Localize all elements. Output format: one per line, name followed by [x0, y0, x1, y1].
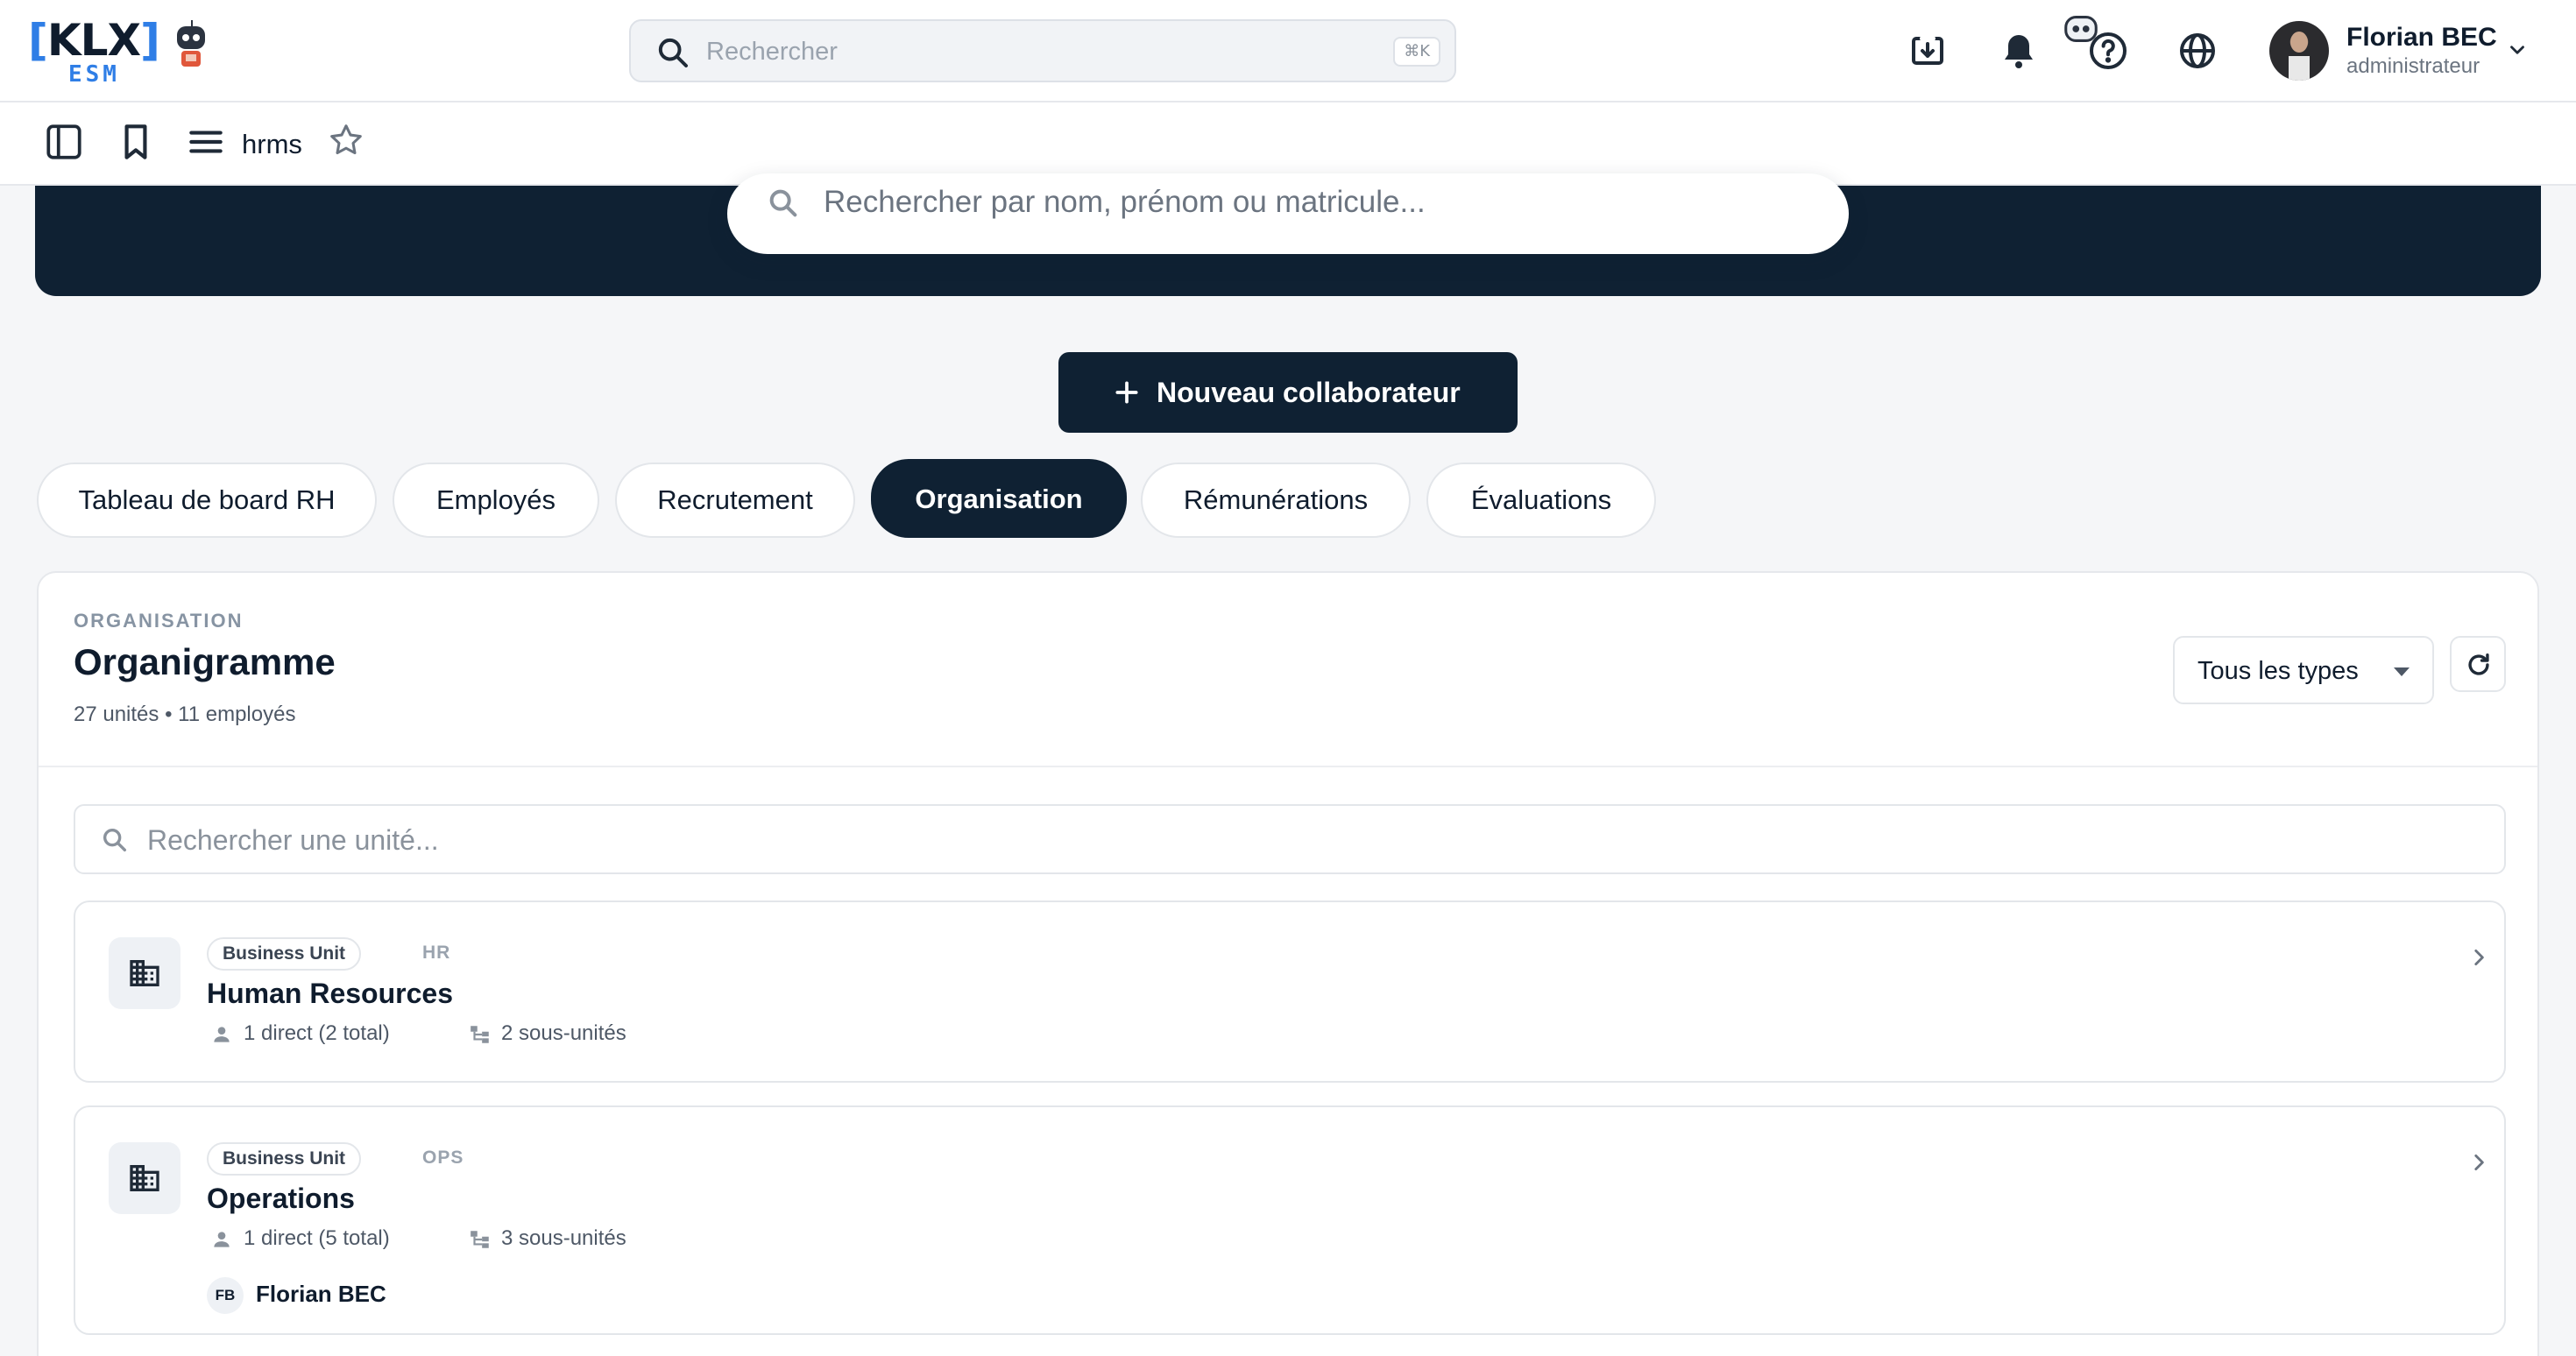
module-label: hrms: [242, 129, 302, 159]
page-title: Organigramme: [74, 641, 336, 682]
unit-card-operations[interactable]: Business Unit OPS Operations 1 direct (5…: [74, 1105, 2506, 1335]
unit-direct-count: 1 direct (2 total): [244, 1021, 390, 1045]
robot-mascot-icon: [177, 20, 205, 67]
manager-name: Florian BEC: [256, 1281, 386, 1307]
unit-type-badge: Business Unit: [207, 937, 362, 971]
section-eyebrow: ORGANISATION: [74, 610, 244, 632]
user-profile-menu[interactable]: Florian BEC administrateur: [2269, 19, 2550, 82]
building-icon: [130, 960, 159, 986]
manager-avatar: FB: [207, 1277, 244, 1314]
app-logo[interactable]: [KLX] ESM: [28, 16, 212, 88]
unit-icon-box: [109, 1142, 180, 1214]
logo-subtitle: ESM: [68, 61, 120, 88]
caret-down-icon: [2394, 667, 2410, 676]
unit-icon-box: [109, 937, 180, 1009]
refresh-icon: [2468, 653, 2489, 675]
employee-search-box: [727, 173, 1849, 254]
search-icon: [769, 189, 797, 217]
tab-employes[interactable]: Employés: [393, 463, 599, 538]
bell-icon: [2005, 35, 2033, 68]
toggle-sidebar-button[interactable]: [42, 120, 89, 167]
global-search-box: ⌘K: [629, 19, 1456, 82]
search-icon: [658, 38, 688, 67]
user-avatar: [2269, 21, 2329, 81]
org-chart-panel: ORGANISATION Organigramme 27 unités • 11…: [37, 571, 2539, 1356]
person-icon: [214, 1027, 230, 1042]
help-icon: [2090, 32, 2127, 69]
refresh-button[interactable]: [2450, 636, 2506, 692]
menu-icon: [189, 131, 223, 153]
sidebar-panel-icon: [46, 124, 81, 159]
unit-name: Operations: [207, 1183, 355, 1214]
unit-type-selected: Tous les types: [2197, 657, 2359, 685]
unit-card-human-resources[interactable]: Business Unit HR Human Resources 1 direc…: [74, 900, 2506, 1083]
module-menu-button[interactable]: [184, 120, 231, 167]
language-button[interactable]: [2173, 26, 2222, 75]
unit-code: HR: [422, 943, 451, 963]
unit-type-select[interactable]: Tous les types: [2173, 636, 2434, 704]
unit-subunit-count: 2 sous-unités: [501, 1021, 626, 1045]
help-assistant-button[interactable]: [2059, 7, 2138, 77]
tab-tableau-de-board-rh[interactable]: Tableau de board RH: [37, 463, 377, 538]
hierarchy-icon: [471, 1026, 489, 1043]
unit-search-input[interactable]: [147, 822, 1199, 858]
bookmark-icon: [124, 124, 147, 159]
favorite-button[interactable]: [326, 120, 373, 167]
employee-search-input[interactable]: [824, 182, 1805, 222]
unit-code: OPS: [422, 1148, 464, 1168]
unit-direct-count: 1 direct (5 total): [244, 1226, 390, 1250]
unit-subunit-count: 3 sous-unités: [501, 1226, 626, 1250]
unit-name: Human Resources: [207, 978, 453, 1009]
search-icon: [103, 828, 127, 852]
plus-icon: [1115, 381, 1138, 404]
new-collaborator-label: Nouveau collaborateur: [1157, 377, 1461, 408]
unit-type-badge: Business Unit: [207, 1142, 362, 1176]
logo-text: [KLX]: [28, 15, 160, 66]
star-icon: [330, 124, 362, 155]
global-search-input[interactable]: [706, 33, 1320, 70]
globe-icon: [2180, 33, 2215, 68]
bookmarks-button[interactable]: [114, 120, 161, 167]
download-button[interactable]: [1903, 26, 1952, 75]
tab-organisation[interactable]: Organisation: [871, 459, 1127, 538]
hierarchy-icon: [471, 1231, 489, 1248]
notifications-button[interactable]: [1994, 26, 2043, 75]
download-icon: [1912, 36, 1943, 65]
tab-evaluations[interactable]: Évaluations: [1426, 463, 1656, 538]
unit-search-box: [74, 804, 2506, 874]
top-bar: [KLX] ESM ⌘K: [0, 0, 2576, 102]
tab-remunerations[interactable]: Rémunérations: [1141, 463, 1411, 538]
tab-recrutement[interactable]: Recrutement: [615, 463, 855, 538]
chevron-down-icon: [2510, 46, 2524, 54]
user-role: administrateur: [2346, 54, 2480, 78]
panel-summary: 27 unités • 11 employés: [74, 703, 296, 726]
new-collaborator-button[interactable]: Nouveau collaborateur: [1058, 352, 1518, 433]
chevron-right-icon: [2474, 1155, 2484, 1170]
search-shortcut-hint: ⌘K: [1393, 37, 1440, 67]
chevron-right-icon: [2474, 950, 2484, 965]
user-name: Florian BEC: [2346, 23, 2497, 52]
panel-header: ORGANISATION Organigramme 27 unités • 11…: [39, 573, 2537, 767]
person-icon: [214, 1232, 230, 1247]
building-icon: [130, 1165, 159, 1191]
